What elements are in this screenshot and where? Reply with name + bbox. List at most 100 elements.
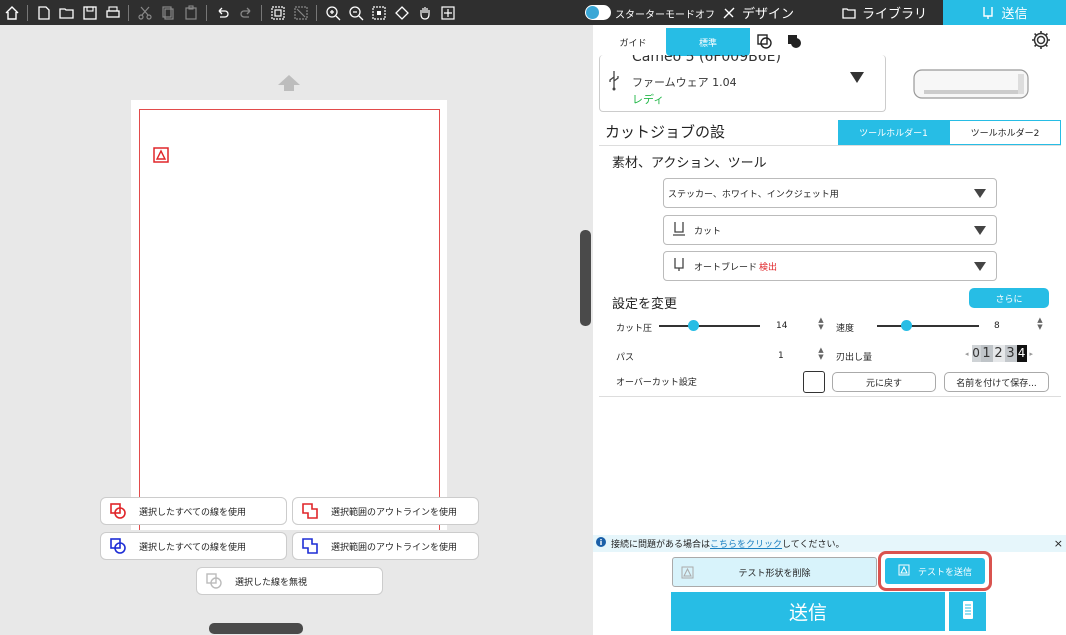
print-icon[interactable] — [102, 2, 123, 23]
red-lines-icon — [110, 503, 126, 519]
info-suffix: してください。 — [782, 540, 845, 550]
copy-icon[interactable] — [157, 2, 178, 23]
force-slider[interactable] — [659, 325, 760, 327]
force-slider-knob[interactable] — [688, 320, 699, 331]
blade-icon — [983, 6, 994, 19]
send-test-highlight: テストを送信 — [878, 551, 992, 591]
use-outline-red-button[interactable]: 選択範囲のアウトラインを使用 — [292, 497, 479, 525]
group-icon[interactable] — [267, 2, 288, 23]
save-as-button[interactable]: 名前を付けて保存... — [944, 372, 1049, 392]
toolbar-separator — [27, 4, 28, 21]
use-all-lines-blue-label: 選択したすべての線を使用 — [139, 542, 247, 553]
new-file-icon[interactable] — [33, 2, 54, 23]
blade-depth-digit: 2 — [992, 345, 1005, 362]
chevron-down-icon — [974, 262, 986, 271]
tab-design-label: デザイン — [742, 7, 795, 22]
tab-send-label: 送信 — [1001, 7, 1028, 22]
cut-icon[interactable] — [134, 2, 155, 23]
info-prefix: 接続に問題がある場合は — [611, 540, 711, 550]
use-all-lines-red-button[interactable]: 選択したすべての線を使用 — [100, 497, 287, 525]
reset-button[interactable]: 元に戻す — [832, 372, 936, 392]
tool-value: オートブレード — [694, 262, 758, 273]
feed-direction-arrow-stem — [284, 85, 294, 91]
tab-tool-holder-1[interactable]: ツールホルダー1 — [838, 120, 949, 145]
speed-stepper[interactable]: ▲ ▼ — [1036, 317, 1044, 331]
rotate-view-icon[interactable] — [391, 2, 412, 23]
tool-select[interactable]: オートブレード 検出 — [663, 251, 997, 281]
cutting-mat[interactable] — [131, 100, 447, 530]
home-icon[interactable] — [1, 2, 22, 23]
test-shape-icon — [898, 564, 910, 579]
blade-depth-digit: 0 — [971, 345, 981, 362]
folder-icon — [842, 7, 856, 19]
tab-standard-label: 標準 — [698, 38, 717, 49]
zoom-in-icon[interactable] — [322, 2, 343, 23]
settings-gear-icon[interactable] — [1030, 29, 1052, 54]
speed-slider[interactable] — [877, 325, 979, 327]
open-folder-icon[interactable] — [56, 2, 77, 23]
overcut-label: オーバーカット設定 — [616, 378, 697, 388]
zoom-fit-icon[interactable] — [368, 2, 389, 23]
toolbar-separator — [261, 4, 262, 21]
divider — [599, 145, 1061, 146]
overcut-checkbox[interactable] — [803, 371, 825, 393]
redo-icon[interactable] — [235, 2, 256, 23]
top-toolbar: スターターモードオフ デザイン ライブラリ 送信 — [0, 0, 1066, 25]
design-canvas[interactable]: 選択したすべての線を使用 選択範囲のアウトラインを使用 選択したすべての線を使用… — [0, 25, 593, 635]
info-icon — [596, 537, 606, 550]
use-outline-blue-button[interactable]: 選択範囲のアウトラインを使用 — [292, 532, 479, 560]
delete-test-shape-button[interactable]: テスト形状を削除 — [672, 557, 877, 587]
tab-guide[interactable]: ガイド — [611, 28, 655, 56]
tab-design[interactable]: デザイン — [722, 0, 822, 25]
shapes-filled-icon[interactable] — [786, 33, 803, 53]
pan-hand-icon[interactable] — [414, 2, 435, 23]
device-selector[interactable]: Cameo 5 (6F009B6E) ファームウェア 1.04 レディ — [599, 55, 886, 112]
info-click-here-link[interactable]: こちらをクリック — [710, 537, 782, 550]
tab-standard[interactable]: 標準 — [666, 28, 750, 56]
save-as-label: 名前を付けて保存... — [956, 378, 1037, 389]
tab-guide-label: ガイド — [619, 38, 647, 49]
starter-mode-toggle[interactable] — [585, 5, 611, 20]
job-queue-button[interactable] — [949, 592, 986, 631]
toolbar-separator — [316, 4, 317, 21]
send-button[interactable]: 送信 — [671, 592, 945, 631]
ignore-selected-lines-button[interactable]: 選択した線を無視 — [196, 567, 383, 595]
tab-send[interactable]: 送信 — [943, 0, 1066, 25]
passes-stepper[interactable]: ▲ ▼ — [817, 347, 825, 361]
blade-depth-dial[interactable]: ◂ 0 1 2 3 4 ▸ — [965, 345, 1033, 362]
close-info-button[interactable]: × — [1054, 537, 1063, 550]
action-value: カット — [694, 226, 722, 237]
starter-mode-label: スターターモードオフ — [615, 10, 715, 21]
shapes-outline-icon[interactable] — [756, 33, 773, 53]
use-all-lines-blue-button[interactable]: 選択したすべての線を使用 — [100, 532, 287, 560]
reset-label: 元に戻す — [865, 378, 902, 389]
more-settings-button[interactable]: さらに — [969, 288, 1049, 308]
materials-heading: 素材、アクション、ツール — [612, 156, 767, 171]
autoblade-icon — [672, 257, 686, 276]
tab-library-label: ライブラリ — [862, 7, 928, 22]
force-stepper[interactable]: ▲ ▼ — [817, 317, 825, 331]
speed-slider-knob[interactable] — [901, 320, 912, 331]
tab-tool-holder-2[interactable]: ツールホルダー2 — [949, 120, 1061, 145]
material-select[interactable]: ステッカー、ホワイト、インクジェット用 — [663, 178, 997, 208]
cut-job-title: カットジョブの設 — [605, 123, 726, 141]
tab-library[interactable]: ライブラリ — [842, 0, 932, 25]
vertical-scrollbar-thumb[interactable] — [580, 230, 591, 326]
action-select[interactable]: カット — [663, 215, 997, 245]
fit-page-icon[interactable] — [437, 2, 458, 23]
zoom-out-icon[interactable] — [345, 2, 366, 23]
speed-label: 速度 — [836, 324, 855, 334]
horizontal-scrollbar-thumb[interactable] — [209, 623, 303, 634]
connection-info-bar: 接続に問題がある場合は こちらをクリック してください。 × — [593, 535, 1066, 552]
ungroup-icon[interactable] — [290, 2, 311, 23]
toolbar-separator — [206, 4, 207, 21]
paste-icon[interactable] — [180, 2, 201, 23]
cutter-machine-image — [912, 68, 1030, 107]
save-icon[interactable] — [79, 2, 100, 23]
red-outline-icon — [302, 503, 318, 519]
tool-detected-label: 検出 — [759, 262, 778, 273]
more-settings-label: さらに — [995, 294, 1023, 305]
send-test-button[interactable]: テストを送信 — [885, 558, 985, 584]
ignore-lines-icon — [206, 573, 222, 589]
undo-icon[interactable] — [212, 2, 233, 23]
